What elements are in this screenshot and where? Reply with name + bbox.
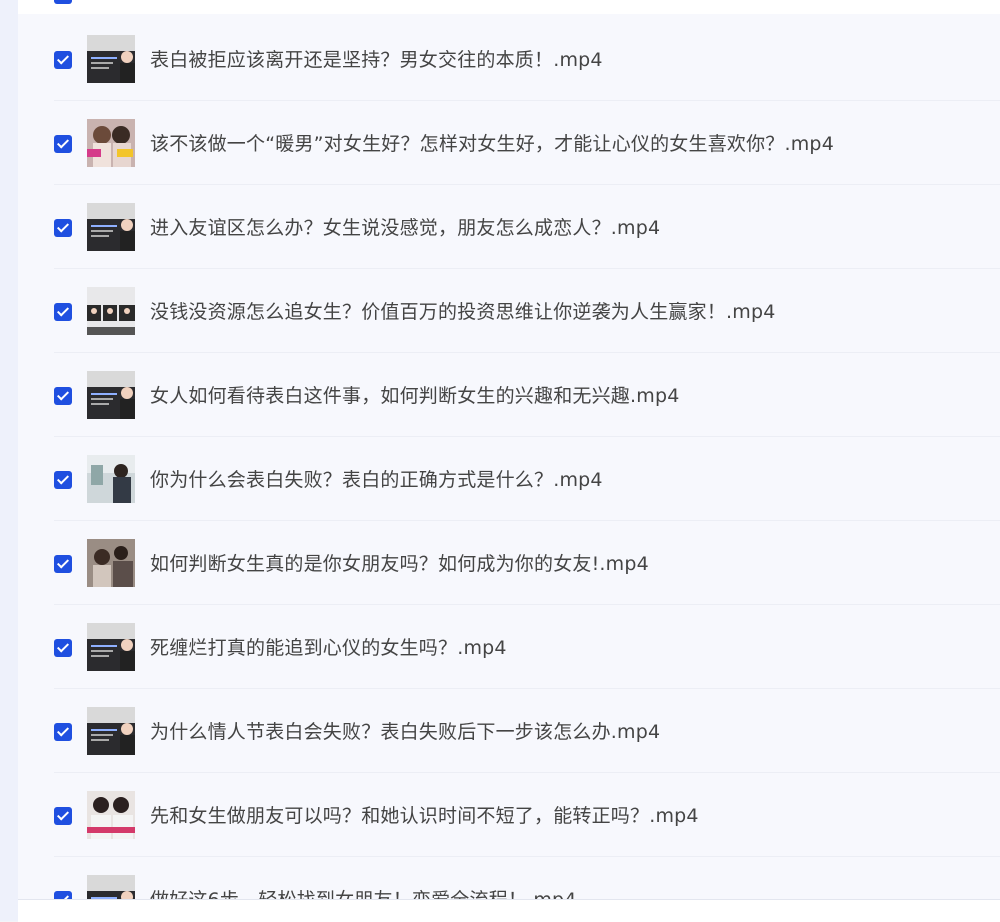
file-checkbox[interactable] [54, 387, 72, 405]
file-name[interactable]: 表白被拒应该离开还是坚持？男女交往的本质！.mp4 [150, 45, 603, 72]
file-checkbox[interactable] [54, 555, 72, 573]
file-list: 表白被拒应该离开还是坚持？男女交往的本质！.mp4 该不该做一个“暖男”对女生好… [18, 14, 1000, 899]
file-name[interactable]: 没钱没资源怎么追女生？价值百万的投资思维让你逆袭为人生赢家！.mp4 [150, 297, 776, 324]
file-name[interactable]: 如何判断女生真的是你女朋友吗？如何成为你的女友!.mp4 [150, 549, 649, 576]
list-item[interactable]: 该不该做一个“暖男”对女生好？怎样对女生好，才能让心仪的女生喜欢你？.mp4 [54, 100, 1000, 185]
file-name[interactable]: 你为什么会表白失败？表白的正确方式是什么？.mp4 [150, 465, 603, 492]
video-thumbnail[interactable] [87, 875, 135, 899]
list-item[interactable]: 如何判断女生真的是你女朋友吗？如何成为你的女友!.mp4 [54, 520, 1000, 605]
video-thumbnail[interactable] [87, 539, 135, 587]
list-item[interactable]: 做好这6步，轻松找到女朋友！恋爱全流程！.mp4 [54, 856, 1000, 899]
bottom-bar [18, 899, 1000, 922]
file-checkbox[interactable] [54, 219, 72, 237]
select-all-checkbox[interactable] [54, 0, 72, 4]
list-item[interactable]: 进入友谊区怎么办？女生说没感觉，朋友怎么成恋人？.mp4 [54, 184, 1000, 269]
file-name[interactable]: 做好这6步，轻松找到女朋友！恋爱全流程！.mp4 [150, 885, 577, 899]
list-item[interactable]: 先和女生做朋友可以吗？和她认识时间不短了，能转正吗？.mp4 [54, 772, 1000, 857]
video-thumbnail[interactable] [87, 371, 135, 419]
video-thumbnail[interactable] [87, 35, 135, 83]
file-name[interactable]: 先和女生做朋友可以吗？和她认识时间不短了，能转正吗？.mp4 [150, 801, 699, 828]
left-rail [0, 0, 19, 921]
list-item[interactable]: 死缠烂打真的能追到心仪的女生吗？.mp4 [54, 604, 1000, 689]
video-thumbnail[interactable] [87, 623, 135, 671]
video-thumbnail[interactable] [87, 119, 135, 167]
list-item[interactable]: 你为什么会表白失败？表白的正确方式是什么？.mp4 [54, 436, 1000, 521]
file-name[interactable]: 为什么情人节表白会失败？表白失败后下一步该怎么办.mp4 [150, 717, 660, 744]
video-thumbnail[interactable] [87, 287, 135, 335]
file-checkbox[interactable] [54, 51, 72, 69]
video-thumbnail[interactable] [87, 791, 135, 839]
file-checkbox[interactable] [54, 303, 72, 321]
file-name[interactable]: 该不该做一个“暖男”对女生好？怎样对女生好，才能让心仪的女生喜欢你？.mp4 [150, 129, 834, 156]
list-item[interactable]: 表白被拒应该离开还是坚持？男女交往的本质！.mp4 [54, 16, 1000, 101]
file-checkbox[interactable] [54, 723, 72, 741]
file-checkbox[interactable] [54, 471, 72, 489]
list-item[interactable]: 女人如何看待表白这件事，如何判断女生的兴趣和无兴趣.mp4 [54, 352, 1000, 437]
file-name[interactable]: 进入友谊区怎么办？女生说没感觉，朋友怎么成恋人？.mp4 [150, 213, 660, 240]
video-thumbnail[interactable] [87, 203, 135, 251]
video-thumbnail[interactable] [87, 455, 135, 503]
file-checkbox[interactable] [54, 639, 72, 657]
file-checkbox[interactable] [54, 891, 72, 899]
list-item[interactable]: 为什么情人节表白会失败？表白失败后下一步该怎么办.mp4 [54, 688, 1000, 773]
file-name[interactable]: 死缠烂打真的能追到心仪的女生吗？.mp4 [150, 633, 507, 660]
list-item[interactable]: 没钱没资源怎么追女生？价值百万的投资思维让你逆袭为人生赢家！.mp4 [54, 268, 1000, 353]
video-thumbnail[interactable] [87, 707, 135, 755]
file-checkbox[interactable] [54, 807, 72, 825]
file-name[interactable]: 女人如何看待表白这件事，如何判断女生的兴趣和无兴趣.mp4 [150, 381, 680, 408]
partial-header-row [18, 0, 1000, 14]
file-checkbox[interactable] [54, 135, 72, 153]
